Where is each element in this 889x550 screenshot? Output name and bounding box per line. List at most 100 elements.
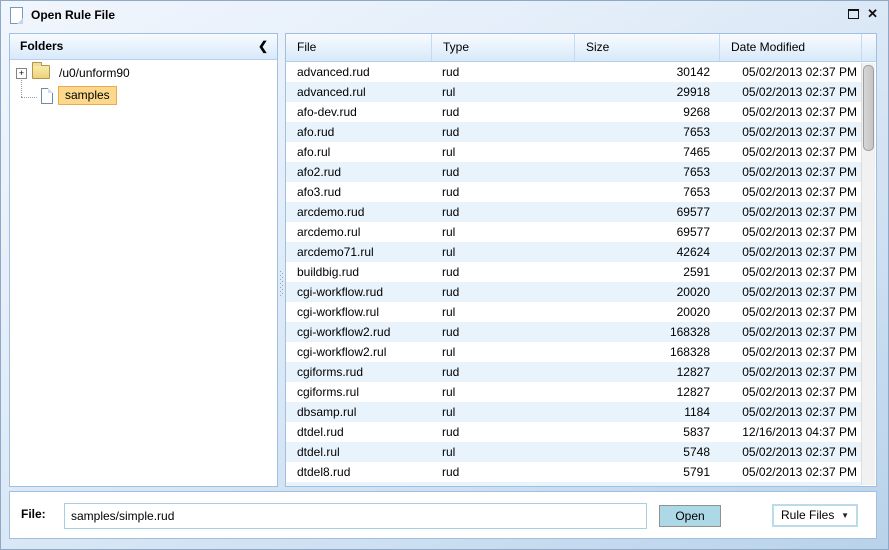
column-header-date-modified[interactable]: Date Modified — [719, 34, 861, 61]
table-cell-type: rud — [431, 262, 574, 282]
column-header-file[interactable]: File — [286, 34, 431, 61]
table-row[interactable]: cgiforms.rulrul1282705/02/2013 02:37 PM — [286, 382, 861, 402]
file-icon — [41, 88, 53, 104]
table-row[interactable]: cgi-workflow.rulrul2002005/02/2013 02:37… — [286, 302, 861, 322]
table-cell-file: dtdel.rul — [286, 442, 431, 462]
table-cell-file: cgi-workflow2.rul — [286, 342, 431, 362]
table-cell-file: afo.rul — [286, 142, 431, 162]
table-row[interactable]: afo.rulrul746505/02/2013 02:37 PM — [286, 142, 861, 162]
panel-splitter[interactable] — [279, 33, 284, 487]
collapse-panel-icon[interactable]: ❮ — [258, 34, 268, 59]
file-type-dropdown[interactable]: Rule Files ▼ — [772, 504, 858, 527]
table-cell-size: 7465 — [574, 142, 719, 162]
table-cell-size: 20020 — [574, 302, 719, 322]
table-row[interactable]: dtdel.rulrul574805/02/2013 02:37 PM — [286, 442, 861, 462]
table-cell-file: advanced.rud — [286, 62, 431, 82]
table-row[interactable]: dtdel8.rudrud579105/02/2013 02:37 PM — [286, 462, 861, 482]
table-cell-date: 05/02/2013 02:37 PM — [719, 262, 861, 282]
table-cell-file: arcdemo71.rul — [286, 242, 431, 262]
table-row[interactable]: cgiforms.rudrud1282705/02/2013 02:37 PM — [286, 362, 861, 382]
table-cell-type: rud — [431, 322, 574, 342]
open-rule-file-dialog: Open Rule File ✕ Folders ❮ + /u0/unform9… — [0, 0, 889, 550]
table-cell-file: dbsamp.rul — [286, 402, 431, 422]
table-row[interactable]: arcdemo.rulrul6957705/02/2013 02:37 PM — [286, 222, 861, 242]
table-cell-type: rul — [431, 402, 574, 422]
file-list-panel: File Type Size Date Modified advanced.ru… — [285, 33, 877, 487]
tree-item-samples[interactable]: samples — [58, 86, 117, 105]
table-cell-date: 05/02/2013 02:37 PM — [719, 122, 861, 142]
table-row[interactable]: cgi-workflow2.rulrul16832805/02/2013 02:… — [286, 342, 861, 362]
document-icon — [10, 7, 23, 24]
tree-expand-icon[interactable]: + — [16, 68, 27, 79]
table-cell-type: rud — [431, 282, 574, 302]
open-button[interactable]: Open — [659, 505, 721, 527]
table-cell-size: 29918 — [574, 82, 719, 102]
table-cell-type: rud — [431, 102, 574, 122]
table-cell-size: 30142 — [574, 62, 719, 82]
table-header: File Type Size Date Modified — [286, 34, 876, 62]
table-cell-file: arcdemo.rul — [286, 222, 431, 242]
table-cell-date: 05/02/2013 02:37 PM — [719, 462, 861, 482]
table-cell-size: 12827 — [574, 362, 719, 382]
table-cell-size: 5837 — [574, 422, 719, 442]
table-row[interactable]: dbsamp.rulrul118405/02/2013 02:37 PM — [286, 402, 861, 422]
table-cell-date: 05/02/2013 02:37 PM — [719, 162, 861, 182]
table-row[interactable]: dtdel.rudrud583712/16/2013 04:37 PM — [286, 422, 861, 442]
table-row[interactable]: afo-dev.rudrud926805/02/2013 02:37 PM — [286, 102, 861, 122]
table-cell-file: buildbig.rud — [286, 262, 431, 282]
table-cell-file: advanced.rul — [286, 82, 431, 102]
maximize-icon[interactable] — [848, 9, 859, 19]
table-cell-file: dtdel.rud — [286, 422, 431, 442]
table-cell-date: 05/02/2013 02:37 PM — [719, 322, 861, 342]
table-cell-date: 05/02/2013 02:37 PM — [719, 142, 861, 162]
tree-item-root[interactable]: /u0/unform90 — [59, 66, 130, 80]
folders-panel-header: Folders ❮ — [10, 34, 277, 60]
table-cell-file: dtdel8.rud — [286, 462, 431, 482]
table-row[interactable]: arcdemo71.rulrul4262405/02/2013 02:37 PM — [286, 242, 861, 262]
table-cell-size: 7653 — [574, 162, 719, 182]
close-icon[interactable]: ✕ — [867, 8, 878, 20]
table-cell-size: 5791 — [574, 462, 719, 482]
table-row[interactable]: arcdemo.rudrud6957705/02/2013 02:37 PM — [286, 202, 861, 222]
splitter-grip-icon — [280, 271, 283, 297]
table-cell-type: rul — [431, 342, 574, 362]
footer-bar: File: Open Rule Files ▼ — [9, 491, 877, 539]
table-row[interactable]: advanced.rudrud3014205/02/2013 02:37 PM — [286, 62, 861, 82]
table-cell-type: rud — [431, 122, 574, 142]
vertical-scrollbar[interactable] — [861, 63, 875, 485]
table-cell-type: rul — [431, 82, 574, 102]
table-cell-date: 05/02/2013 02:37 PM — [719, 182, 861, 202]
table-cell-type: rul — [431, 222, 574, 242]
table-cell-file: cgi-workflow.rud — [286, 282, 431, 302]
table-cell-file: afo3.rud — [286, 182, 431, 202]
table-cell-date: 05/02/2013 02:37 PM — [719, 102, 861, 122]
table-cell-date: 05/02/2013 02:37 PM — [719, 202, 861, 222]
table-row[interactable]: afo.rudrud765305/02/2013 02:37 PM — [286, 122, 861, 142]
table-cell-size: 7653 — [574, 182, 719, 202]
scrollbar-thumb[interactable] — [863, 65, 874, 151]
column-header-type[interactable]: Type — [431, 34, 574, 61]
table-cell-size: 20020 — [574, 282, 719, 302]
table-cell-type: rud — [431, 422, 574, 442]
file-path-input[interactable] — [64, 503, 647, 529]
tree-connector-line — [21, 97, 37, 98]
table-row[interactable]: buildbig.rudrud259105/02/2013 02:37 PM — [286, 262, 861, 282]
table-row[interactable]: cgi-workflow2.rudrud16832805/02/2013 02:… — [286, 322, 861, 342]
table-cell-size: 69577 — [574, 202, 719, 222]
table-row[interactable]: afo2.rudrud765305/02/2013 02:37 PM — [286, 162, 861, 182]
table-cell-date: 05/02/2013 02:37 PM — [719, 342, 861, 362]
table-cell-size: 12827 — [574, 382, 719, 402]
table-cell-date: 05/02/2013 02:37 PM — [719, 82, 861, 102]
table-cell-date: 05/02/2013 02:37 PM — [719, 362, 861, 382]
table-row[interactable]: afo3.rudrud765305/02/2013 02:37 PM — [286, 182, 861, 202]
table-cell-size: 69577 — [574, 222, 719, 242]
table-row[interactable]: advanced.rulrul2991805/02/2013 02:37 PM — [286, 82, 861, 102]
table-cell-date: 05/02/2013 02:37 PM — [719, 442, 861, 462]
table-row[interactable]: cgi-workflow.rudrud2002005/02/2013 02:37… — [286, 282, 861, 302]
folder-tree: + /u0/unform90 samples — [10, 60, 277, 487]
table-cell-date: 05/02/2013 02:37 PM — [719, 302, 861, 322]
table-cell-type: rul — [431, 382, 574, 402]
table-cell-size: 168328 — [574, 342, 719, 362]
column-header-size[interactable]: Size — [574, 34, 719, 61]
table-cell-size: 7653 — [574, 122, 719, 142]
